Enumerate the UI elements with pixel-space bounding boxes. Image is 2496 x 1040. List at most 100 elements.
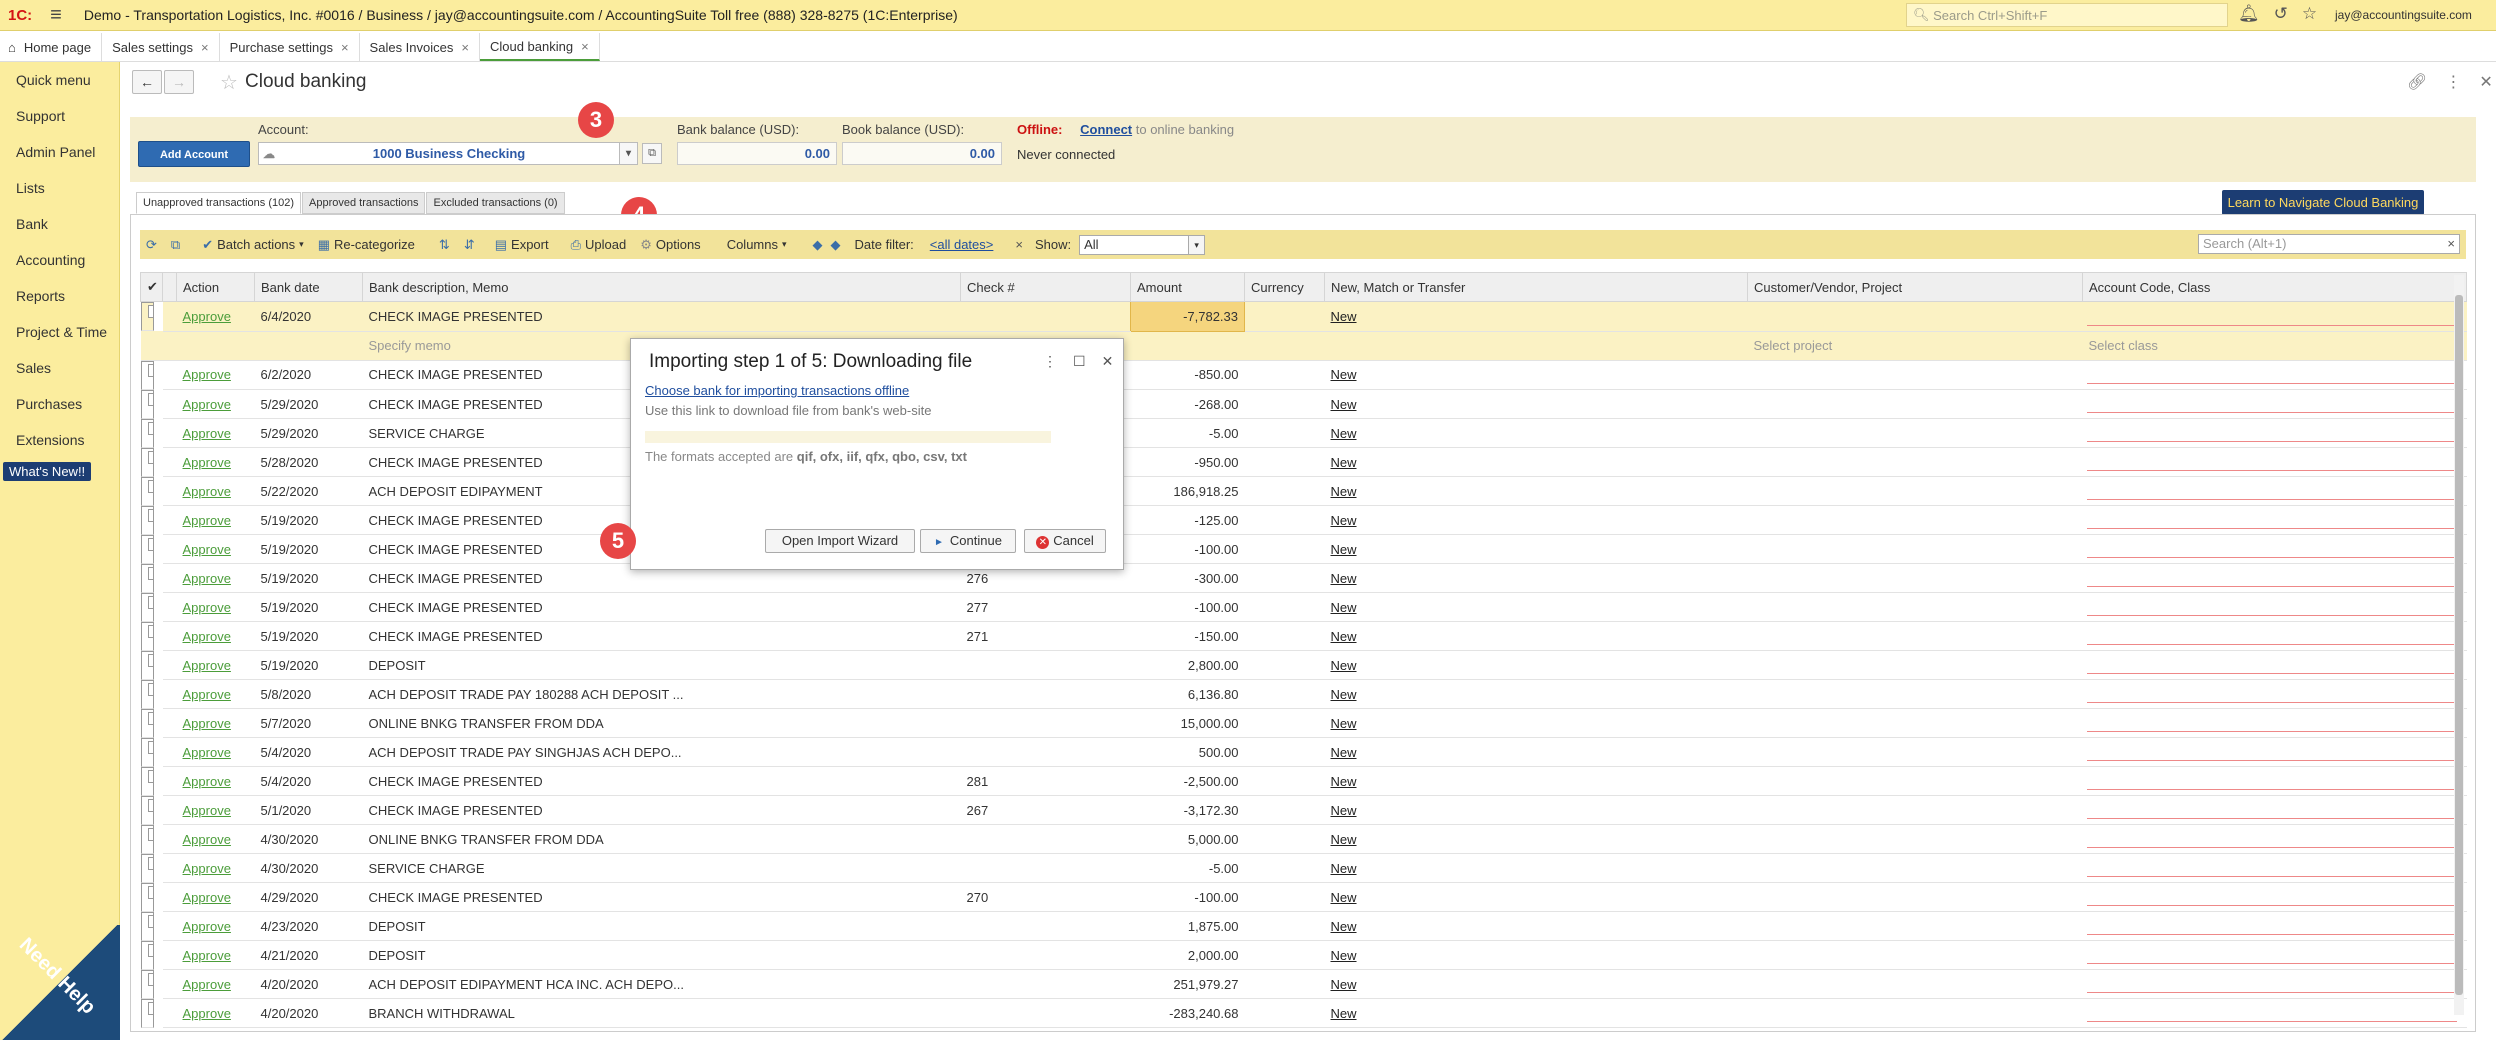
- column-header-customer[interactable]: Customer/Vendor, Project: [1747, 272, 2083, 302]
- row-select-cell[interactable]: [140, 505, 154, 535]
- approve-link[interactable]: Approve: [183, 600, 231, 615]
- row-checkbox[interactable]: [147, 914, 153, 928]
- table-row[interactable]: Approve 5/29/2020 CHECK IMAGE PRESENTED -26…: [140, 389, 2467, 419]
- row-checkbox[interactable]: [147, 798, 153, 812]
- table-row[interactable]: Approve 5/4/2020 CHECK IMAGE PRESENTED 281 -…: [140, 766, 2467, 796]
- new-match-link[interactable]: New: [1331, 977, 1357, 992]
- row-select-cell[interactable]: [140, 360, 154, 390]
- customer-cell[interactable]: [1747, 824, 2083, 854]
- options-button[interactable]: ⚙ Options: [640, 237, 700, 253]
- account-code-cell[interactable]: [2082, 737, 2467, 767]
- account-code-cell[interactable]: [2082, 795, 2467, 825]
- row-select-cell[interactable]: [140, 911, 154, 941]
- row-select-cell[interactable]: [140, 447, 154, 477]
- table-row[interactable]: Approve 4/20/2020 BRANCH WITHDRAWAL -283,24…: [140, 998, 2467, 1028]
- sidebar-item-accounting[interactable]: Accounting: [0, 242, 119, 278]
- new-match-link[interactable]: New: [1331, 629, 1357, 644]
- new-match-link[interactable]: New: [1331, 861, 1357, 876]
- table-row[interactable]: Approve 5/4/2020 ACH DEPOSIT TRADE PAY SIN…: [140, 737, 2467, 767]
- account-code-cell[interactable]: [2082, 360, 2467, 390]
- row-checkbox[interactable]: [147, 479, 153, 493]
- refresh-icon[interactable]: ⟳: [146, 237, 157, 253]
- close-icon[interactable]: ×: [341, 40, 349, 55]
- approve-link[interactable]: Approve: [183, 367, 231, 382]
- account-code-cell[interactable]: [2082, 940, 2467, 970]
- row-checkbox[interactable]: [147, 972, 153, 986]
- approve-link[interactable]: Approve: [183, 455, 231, 470]
- approve-link[interactable]: Approve: [183, 948, 231, 963]
- column-header-action[interactable]: Action: [176, 272, 255, 302]
- maximize-icon[interactable]: ☐: [1073, 353, 1086, 370]
- move-up-icon[interactable]: ◆: [813, 237, 823, 253]
- history-icon[interactable]: ↺: [2274, 4, 2288, 24]
- account-code-cell[interactable]: [2082, 969, 2467, 999]
- approve-link[interactable]: Approve: [183, 687, 231, 702]
- customer-cell[interactable]: [1747, 621, 2083, 651]
- row-select-cell[interactable]: [140, 418, 154, 448]
- account-code-cell[interactable]: [2082, 592, 2467, 622]
- customer-cell[interactable]: [1747, 998, 2083, 1028]
- scrollbar-thumb[interactable]: [2455, 295, 2463, 995]
- tab-sales-settings[interactable]: Sales settings ×: [102, 33, 220, 61]
- column-header-bank-date[interactable]: Bank date: [254, 272, 363, 302]
- approve-link[interactable]: Approve: [183, 745, 231, 760]
- tab-approved[interactable]: Approved transactions: [302, 192, 426, 214]
- approve-link[interactable]: Approve: [183, 484, 231, 499]
- clear-filter-icon[interactable]: ×: [1015, 237, 1023, 252]
- customer-cell[interactable]: [1747, 940, 2083, 970]
- sidebar-item-admin-panel[interactable]: Admin Panel: [0, 134, 119, 170]
- account-code-cell[interactable]: [2082, 679, 2467, 709]
- customer-cell[interactable]: [1747, 592, 2083, 622]
- sidebar-item-sales[interactable]: Sales: [0, 350, 119, 386]
- new-match-link[interactable]: New: [1331, 948, 1357, 963]
- close-icon[interactable]: ×: [581, 39, 589, 54]
- customer-cell[interactable]: [1747, 534, 2083, 564]
- row-checkbox[interactable]: [147, 508, 153, 522]
- row-select-cell[interactable]: [140, 882, 154, 912]
- sort-desc-icon[interactable]: ⇵: [464, 237, 475, 253]
- row-checkbox[interactable]: [147, 943, 153, 957]
- row-select-cell[interactable]: [140, 795, 154, 825]
- new-match-link[interactable]: New: [1331, 309, 1357, 324]
- choose-bank-link[interactable]: Choose bank for importing transactions o…: [645, 383, 909, 398]
- new-match-link[interactable]: New: [1331, 890, 1357, 905]
- row-checkbox[interactable]: [147, 450, 153, 464]
- customer-cell[interactable]: [1747, 969, 2083, 999]
- row-select-cell[interactable]: [140, 766, 154, 796]
- recategorize-button[interactable]: ▦ Re-categorize: [318, 237, 415, 253]
- customer-cell[interactable]: [1747, 563, 2083, 593]
- row-checkbox[interactable]: [147, 305, 153, 319]
- new-match-link[interactable]: New: [1331, 658, 1357, 673]
- row-checkbox[interactable]: [147, 537, 153, 551]
- sidebar-item-quick-menu[interactable]: Quick menu: [0, 62, 119, 98]
- table-row[interactable]: Approve 4/29/2020 CHECK IMAGE PRESENTED 270…: [140, 882, 2467, 912]
- sort-asc-icon[interactable]: ⇅: [439, 237, 450, 253]
- new-match-link[interactable]: New: [1331, 600, 1357, 615]
- new-match-link[interactable]: New: [1331, 745, 1357, 760]
- column-header-check[interactable]: Check #: [960, 272, 1131, 302]
- show-select[interactable]: All ▾: [1079, 234, 1206, 255]
- table-row[interactable]: Approve 5/28/2020 CHECK IMAGE PRESENTED -95…: [140, 447, 2467, 477]
- new-match-link[interactable]: New: [1331, 919, 1357, 934]
- row-checkbox[interactable]: [147, 392, 153, 406]
- customer-cell[interactable]: [1747, 650, 2083, 680]
- sidebar-item-bank[interactable]: Bank: [0, 206, 119, 242]
- account-code-cell[interactable]: [2082, 911, 2467, 941]
- customer-cell[interactable]: [1747, 418, 2083, 448]
- approve-link[interactable]: Approve: [183, 629, 231, 644]
- customer-cell[interactable]: [1747, 853, 2083, 883]
- table-row[interactable]: Approve5/19/2020CHECK IMAGE PRESENTED278…: [140, 505, 2467, 535]
- row-select-cell[interactable]: [140, 534, 154, 564]
- approve-link[interactable]: Approve: [183, 542, 231, 557]
- approve-link[interactable]: Approve: [183, 861, 231, 876]
- customer-cell[interactable]: [1747, 360, 2083, 390]
- bell-icon[interactable]: 🔔︎: [2238, 4, 2260, 24]
- move-down-icon[interactable]: ◆: [831, 237, 841, 253]
- account-code-cell[interactable]: [2082, 766, 2467, 796]
- customer-cell[interactable]: [1747, 882, 2083, 912]
- link-icon[interactable]: 🔗︎: [2407, 72, 2427, 92]
- close-icon[interactable]: ✕: [1102, 353, 1114, 370]
- continue-button[interactable]: ► Continue: [920, 529, 1016, 553]
- account-code-cell[interactable]: [2082, 534, 2467, 564]
- account-code-cell[interactable]: [2082, 650, 2467, 680]
